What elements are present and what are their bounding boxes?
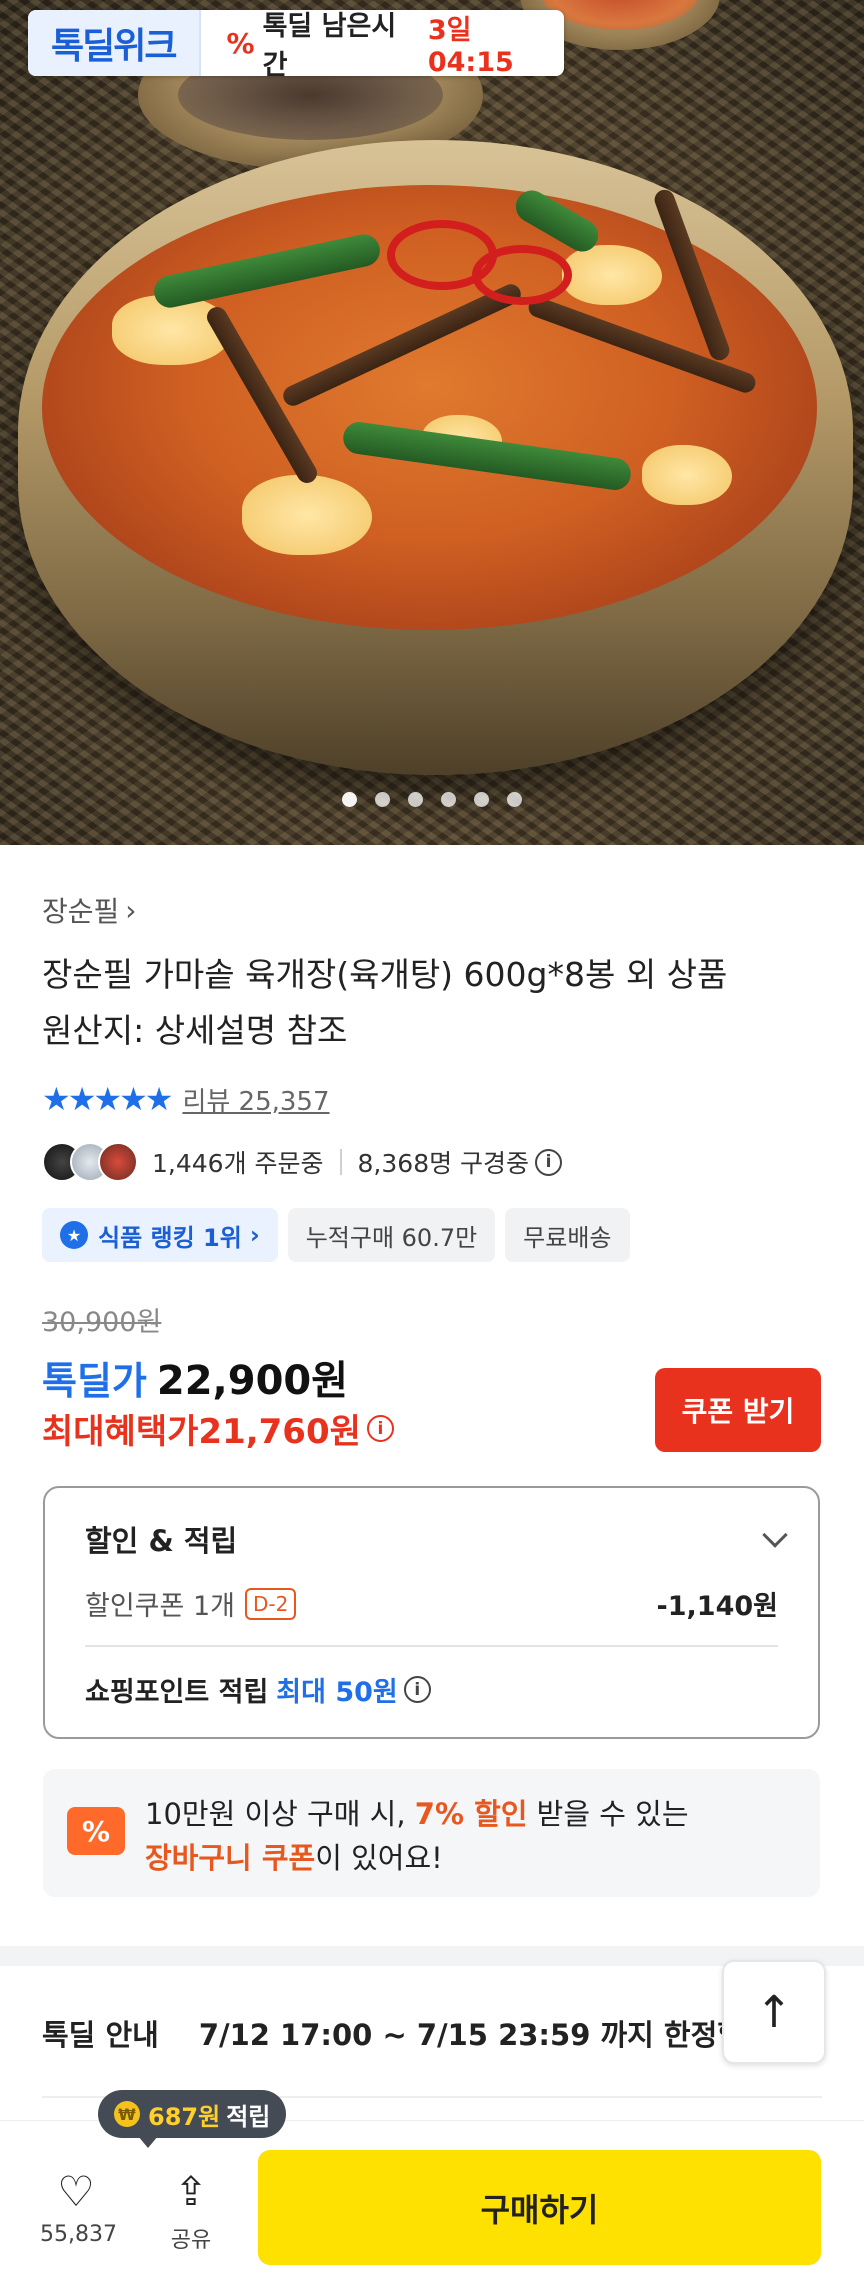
review-count-link[interactable]: 리뷰 25,357 <box>182 1081 329 1118</box>
chevron-right-icon: › <box>249 1221 260 1249</box>
green-onion <box>151 231 383 311</box>
ranking-label: 식품 랭킹 1위 <box>98 1223 242 1252</box>
max-benefit-price-row: 최대혜택가 21,760원 i <box>42 1404 394 1453</box>
like-button[interactable]: ♡ 55,837 <box>40 2167 117 2248</box>
product-origin-line: 원산지: 상세설명 참조 <box>42 1011 348 1050</box>
remaining-time-value: 3일 04:15 <box>427 15 514 78</box>
carousel-dot[interactable] <box>408 792 423 807</box>
info-icon[interactable]: i <box>535 1148 563 1176</box>
avatar <box>98 1142 138 1182</box>
share-label: 공유 <box>170 2228 212 2253</box>
deal-info-row: 톡딜 안내 7/12 17:00 ~ 7/15 23:59 까지 한정할인 <box>42 2012 771 2054</box>
carousel-dot[interactable] <box>507 792 522 807</box>
discount-coupon-row: 할인쿠폰 1개 D-2 -1,140원 <box>85 1584 778 1623</box>
egg-piece <box>242 475 372 555</box>
share-icon: ⇪ <box>174 2169 208 2215</box>
info-icon[interactable]: i <box>366 1415 394 1442</box>
notice-line-2: 장바구니 쿠폰이 있어요! <box>145 1835 443 1877</box>
notice-line-1: 10만원 이상 구매 시, 7% 할인 받을 수 있는 <box>145 1791 689 1833</box>
percent-icon: % <box>226 26 255 60</box>
deal-price-value: 22,900원 <box>156 1358 349 1404</box>
beef-strip <box>279 280 525 410</box>
brand-name: 장순필 <box>42 895 120 928</box>
original-price: 30,900원 <box>42 1307 162 1338</box>
coupon-percent-icon: % <box>67 1807 125 1855</box>
point-label: 쇼핑포인트 적립 <box>85 1677 269 1708</box>
discount-and-points-panel: 할인 & 적립 할인쿠폰 1개 D-2 -1,140원 쇼핑포인트 적립 최대 … <box>43 1486 820 1739</box>
free-shipping-chip: 무료배송 <box>505 1208 630 1262</box>
notice-text: 10만원 이상 구매 시, <box>145 1797 415 1831</box>
coin-icon: ₩ <box>114 2101 140 2127</box>
yukgaejang-soup <box>42 184 817 630</box>
shopping-point-row: 쇼핑포인트 적립 최대 50원 i <box>85 1670 431 1709</box>
cumulative-purchase-chip: 누적구매 60.7만 <box>287 1208 496 1262</box>
deal-price-row: 톡딜가 22,900원 <box>42 1348 348 1406</box>
chevron-down-icon[interactable] <box>762 1522 788 1548</box>
red-pepper-slice <box>472 245 572 305</box>
carousel-dots <box>0 792 864 807</box>
points-earn-tooltip: ₩ 687원 적립 <box>98 2090 287 2148</box>
scroll-to-top-button[interactable]: ↑ <box>722 1960 826 2064</box>
notice-text: 이 있어요! <box>315 1841 443 1875</box>
deal-price-label: 톡딜가 <box>42 1359 147 1403</box>
divider <box>85 1645 778 1647</box>
benefit-panel-title: 할인 & 적립 <box>85 1524 238 1558</box>
like-count: 55,837 <box>40 2222 117 2247</box>
divider <box>339 1149 342 1175</box>
product-tags: ★ 식품 랭킹 1위 › 누적구매 60.7만 무료배송 <box>42 1208 630 1262</box>
buyer-activity-row: 1,446개 주문중 8,368명 구경중 i <box>42 1142 563 1182</box>
egg-piece <box>562 245 662 305</box>
brand-store-link[interactable]: 장순필 › <box>42 890 136 930</box>
coupon-label: 할인쿠폰 1개 <box>85 1591 235 1622</box>
star-rating-icon: ★★★★★ <box>42 1080 173 1118</box>
coupon-discount-amount: -1,140원 <box>656 1591 778 1622</box>
buyer-avatars <box>42 1142 138 1182</box>
rating-row: ★★★★★ 리뷰 25,357 <box>42 1080 330 1118</box>
max-benefit-value: 21,760원 <box>198 1412 361 1452</box>
product-title-line: 장순필 가마솥 육개장(육개탕) 600g*8봉 외 상품 <box>42 955 728 994</box>
max-benefit-label: 최대혜택가 <box>42 1412 199 1452</box>
deal-countdown-banner[interactable]: 톡딜위크 % 톡딜 남은시간 3일 04:15 <box>28 10 564 81</box>
heart-icon: ♡ <box>57 2167 95 2216</box>
talkdeal-week-logo: 톡딜위크 <box>28 10 201 76</box>
get-coupon-button[interactable]: 쿠폰 받기 <box>655 1368 821 1452</box>
rank-badge-icon: ★ <box>60 1221 88 1249</box>
coupon-expiry-badge: D-2 <box>244 1587 297 1620</box>
product-title: 장순필 가마솥 육개장(육개탕) 600g*8봉 외 상품 원산지: 상세설명 … <box>42 947 832 1059</box>
points-suffix: 적립 <box>226 2102 271 2131</box>
viewers-count: 8,368명 구경중 <box>357 1149 530 1178</box>
notice-highlight: 장바구니 쿠폰 <box>145 1841 316 1875</box>
cart-coupon-notice[interactable]: % 10만원 이상 구매 시, 7% 할인 받을 수 있는 장바구니 쿠폰이 있… <box>43 1769 820 1897</box>
buy-button[interactable]: 구매하기 <box>258 2150 821 2265</box>
points-amount: 687원 <box>148 2102 221 2131</box>
deal-info-label: 톡딜 안내 <box>42 2018 159 2052</box>
carousel-dot[interactable] <box>474 792 489 807</box>
orders-count: 1,446개 주문중 <box>152 1149 324 1178</box>
info-icon[interactable]: i <box>403 1676 431 1703</box>
arrow-up-icon: ↑ <box>755 1986 793 2038</box>
notice-text: 받을 수 있는 <box>527 1797 689 1831</box>
share-button[interactable]: ⇪ 공유 <box>155 2168 227 2254</box>
notice-highlight: 7% 할인 <box>414 1797 528 1831</box>
chevron-right-icon: › <box>125 893 137 927</box>
deal-period: 7/12 17:00 ~ 7/15 23:59 까지 한정할인 <box>198 2018 771 2052</box>
egg-piece <box>642 445 732 505</box>
point-value: 최대 50원 <box>276 1677 398 1708</box>
carousel-dot[interactable] <box>441 792 456 807</box>
product-hero-image[interactable] <box>0 0 864 845</box>
carousel-dot[interactable] <box>375 792 390 807</box>
carousel-dot[interactable] <box>342 792 357 807</box>
ranking-chip[interactable]: ★ 식품 랭킹 1위 › <box>42 1208 278 1262</box>
remaining-time-label: 톡딜 남은시간 <box>262 11 397 81</box>
